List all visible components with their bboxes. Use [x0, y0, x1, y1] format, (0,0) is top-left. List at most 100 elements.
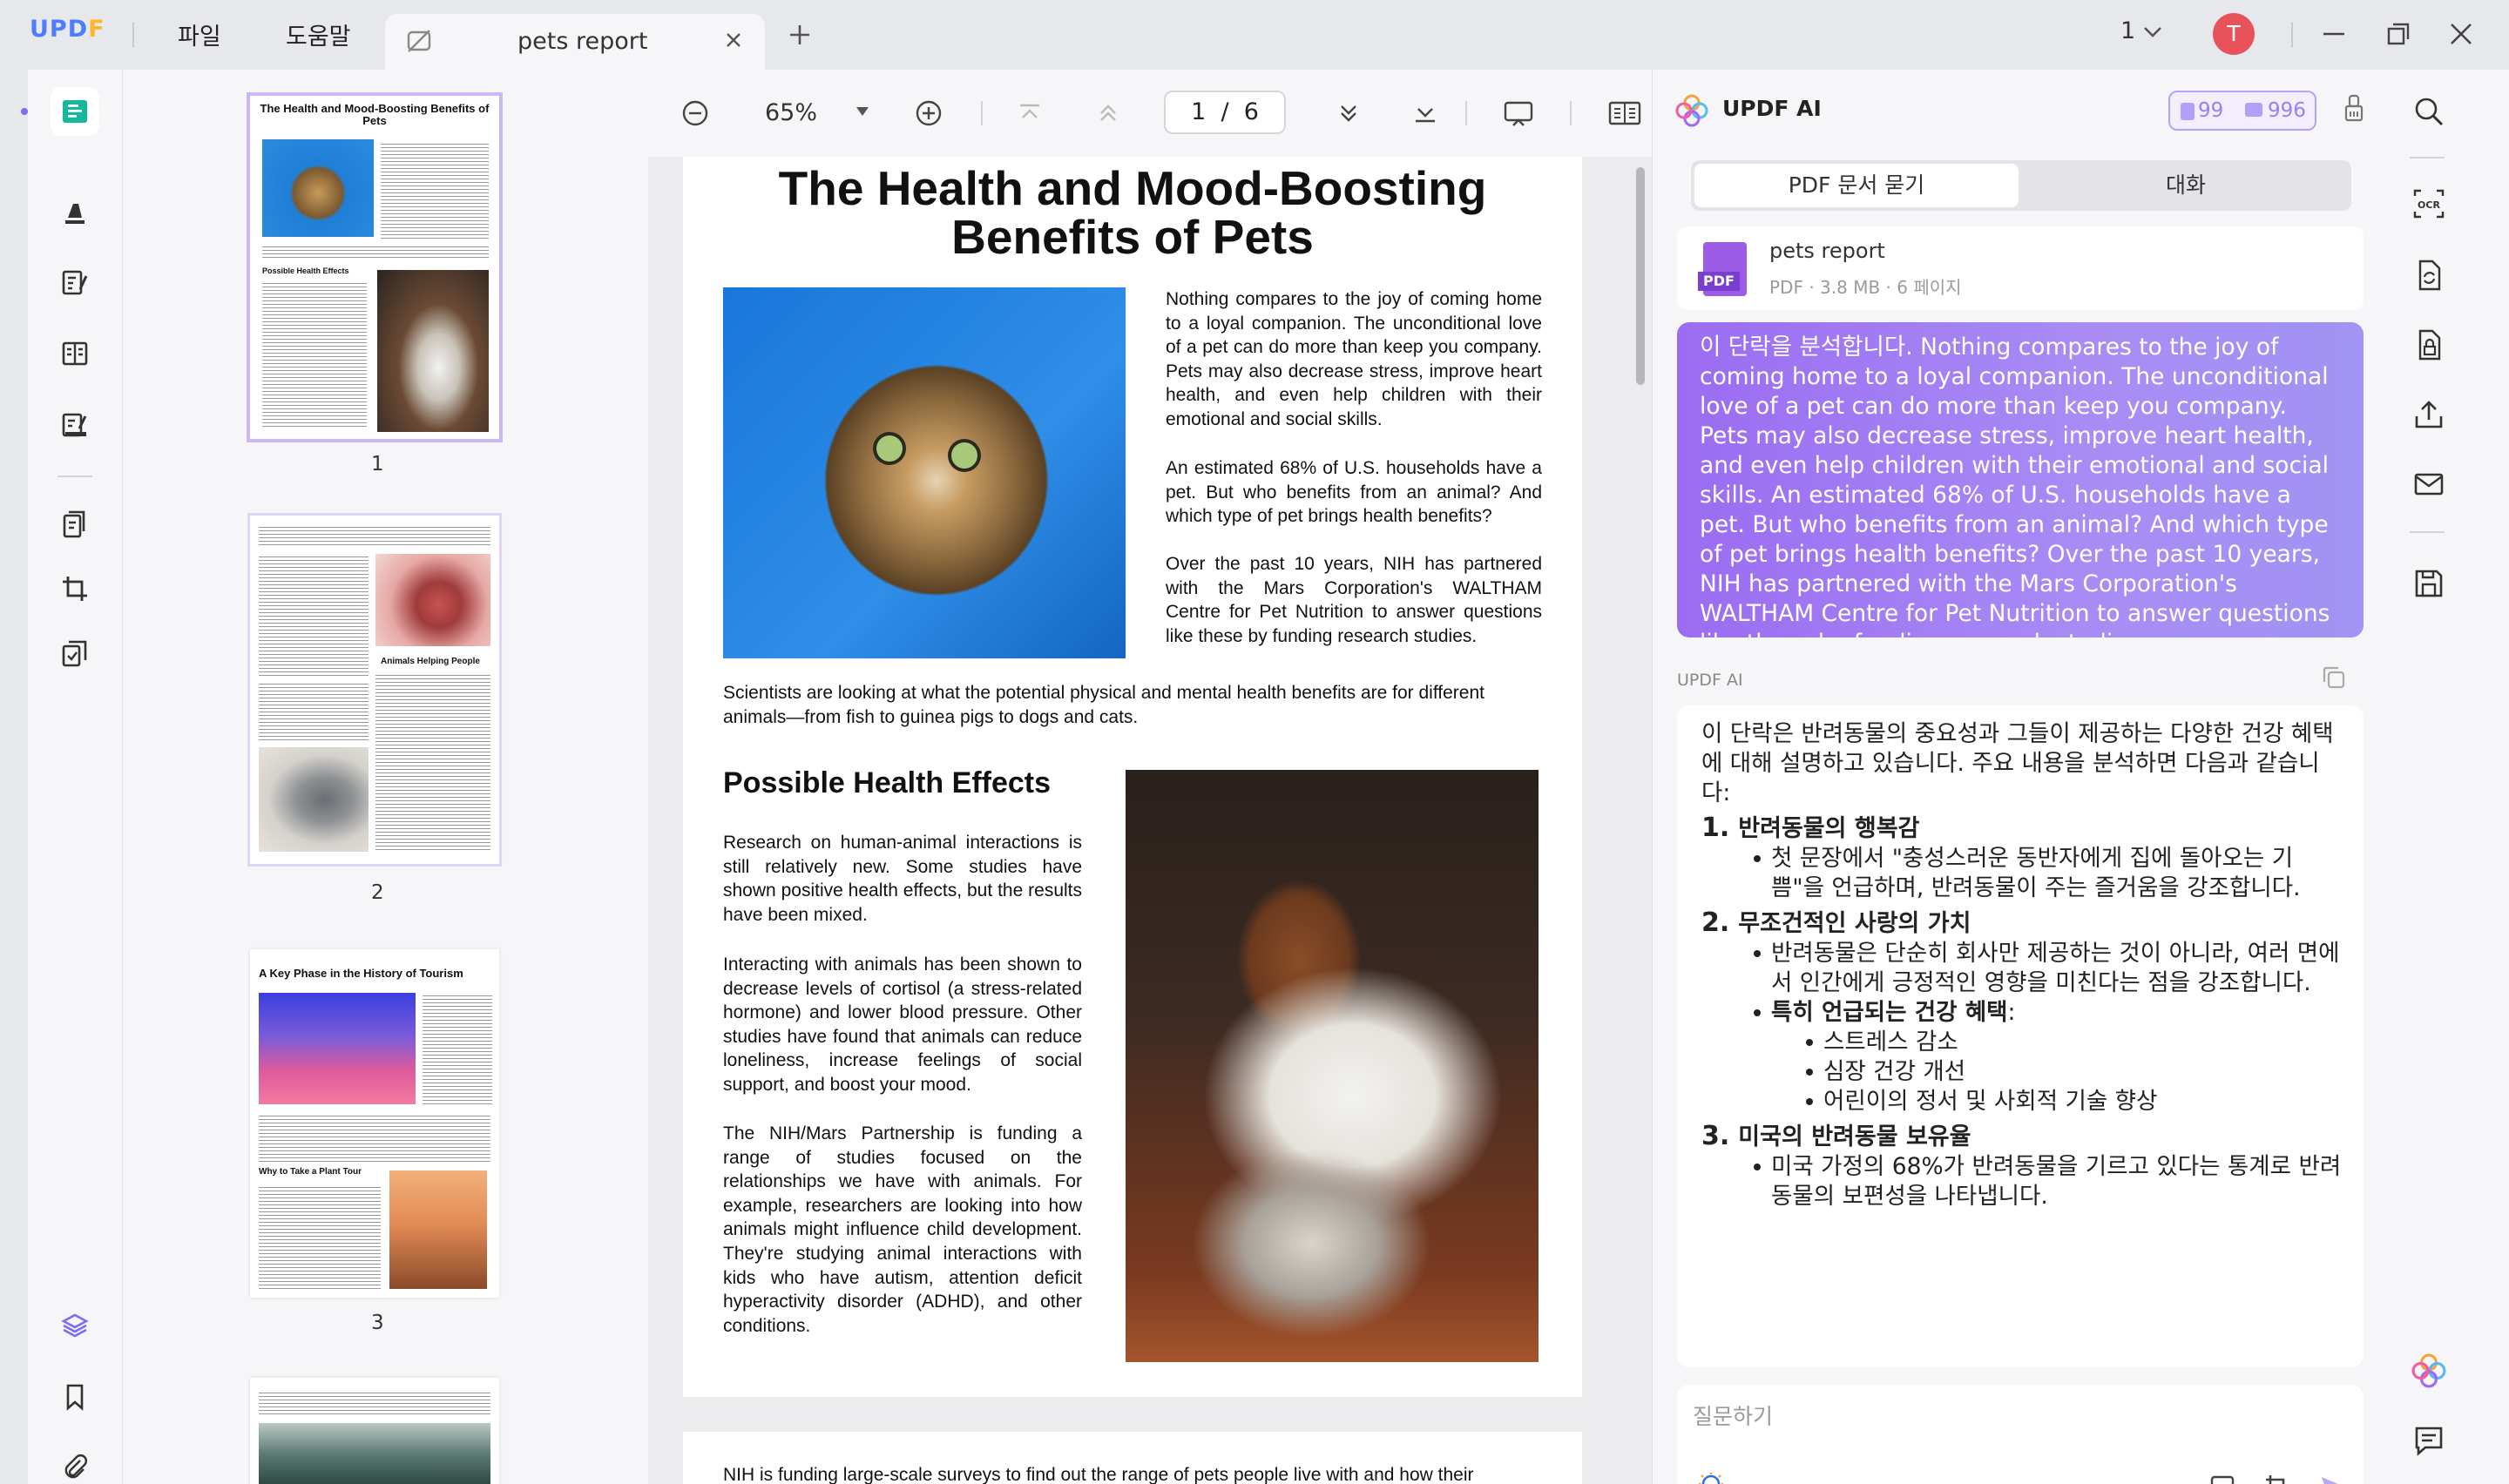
cat-eye: [876, 435, 903, 462]
updf-ai-icon[interactable]: [2411, 1353, 2446, 1388]
thumbnail-text: [259, 554, 369, 676]
page-number-input[interactable]: 1 / 6: [1164, 91, 1286, 134]
comment-tool-button[interactable]: [51, 188, 99, 237]
thumbnail-text: [262, 280, 367, 428]
zoom-level[interactable]: 65%: [765, 99, 817, 126]
form-tool-button[interactable]: [51, 329, 99, 378]
file-name: pets report: [1769, 239, 1885, 263]
email-icon[interactable]: [2413, 469, 2445, 500]
next-page-icon[interactable]: [1336, 101, 1361, 125]
thumbnail-image: [377, 270, 489, 432]
ocr-icon[interactable]: OCR: [2413, 188, 2445, 219]
menu-file[interactable]: 파일: [178, 17, 221, 51]
close-tab-icon[interactable]: [723, 30, 744, 51]
divider: [981, 101, 983, 125]
chat-credit-icon: [2245, 103, 2262, 117]
thumbnail-text: [259, 524, 490, 547]
ai-response-label: UPDF AI: [1677, 671, 1743, 690]
menu-help[interactable]: 도움말: [286, 17, 351, 51]
bookmarks-button[interactable]: [51, 1373, 99, 1421]
page-thumbnail-4[interactable]: [250, 1378, 499, 1484]
crop-icon: [63, 577, 87, 601]
minimize-icon[interactable]: [2321, 21, 2347, 47]
last-page-icon[interactable]: [1413, 101, 1437, 125]
window-count[interactable]: 1: [2120, 17, 2162, 44]
screenshot-crop-icon[interactable]: [2264, 1474, 2290, 1484]
paragraph: Interacting with animals has been shown …: [723, 954, 1082, 1095]
page-thumbnail-3[interactable]: A Key Phase in the History of Tourism Wh…: [250, 949, 499, 1298]
answer-section-heading: 2. 무조건적인 사랑의 가치: [1701, 907, 1971, 938]
zoom-in-icon[interactable]: [915, 99, 943, 127]
thumbnail-panel: The Health and Mood-Boosting Benefits of…: [122, 70, 648, 1484]
image-upload-icon[interactable]: [2210, 1475, 2235, 1484]
chat-credits: 996: [2268, 99, 2306, 122]
edit-tool-button[interactable]: [51, 258, 99, 307]
active-indicator: [21, 108, 28, 115]
tab-chat[interactable]: 대화: [2024, 164, 2348, 207]
restore-icon[interactable]: [2385, 21, 2411, 47]
protect-tool-button[interactable]: [51, 629, 99, 678]
file-card[interactable]: PDF pets report PDF · 3.8 MB · 6 페이지: [1677, 226, 2364, 310]
protect-icon[interactable]: [2413, 329, 2445, 361]
previous-page-icon[interactable]: [1096, 101, 1120, 125]
presentation-icon[interactable]: [1504, 99, 1533, 127]
ai-input-box: [1677, 1385, 2364, 1484]
comments-icon[interactable]: [2413, 1425, 2445, 1456]
close-window-icon[interactable]: [2448, 21, 2474, 47]
paragraph: Research on human-animal interactions is…: [723, 833, 1082, 925]
answer-section-heading: 1. 반려동물의 행복감: [1701, 813, 1920, 843]
ai-credits[interactable]: 99 996: [2168, 91, 2316, 131]
zoom-out-icon[interactable]: [681, 99, 709, 127]
batch-icon: [62, 640, 87, 667]
pdf-badge: PDF: [1698, 272, 1740, 291]
save-icon[interactable]: [2413, 568, 2445, 599]
send-icon[interactable]: [2320, 1475, 2348, 1484]
divider: [2410, 157, 2445, 159]
divider: [57, 476, 92, 477]
zoom-dropdown-icon[interactable]: [855, 106, 869, 117]
paperclip-icon: [64, 1454, 87, 1479]
divider: [2410, 531, 2445, 533]
workspace: The Health and Mood-Boosting Benefits of…: [0, 70, 2509, 1484]
share-icon[interactable]: [2413, 399, 2445, 430]
layers-button[interactable]: [51, 1301, 99, 1350]
organize-pages-button[interactable]: [51, 500, 99, 549]
sign-icon: [62, 413, 87, 437]
vertical-scrollbar[interactable]: [1636, 167, 1645, 385]
thumbnail-number: 2: [371, 881, 384, 904]
answer-bullet: 미국 가정의 68%가 반려동물을 기르고 있다는 통계로 반려동물의 보편성을…: [1701, 1152, 2346, 1211]
organize-icon: [63, 510, 85, 538]
thumbnail-text: [381, 141, 489, 239]
crop-tool-button[interactable]: [51, 564, 99, 613]
page-thumbnail-1[interactable]: The Health and Mood-Boosting Benefits of…: [247, 92, 503, 442]
page-display-icon[interactable]: [1608, 99, 1641, 127]
reader-tool-button[interactable]: [51, 87, 99, 136]
avatar[interactable]: T: [2213, 13, 2255, 55]
document-tab[interactable]: pets report: [385, 14, 765, 70]
svg-text:OCR: OCR: [2418, 199, 2440, 211]
answer-intro: 이 단락은 반려동물의 중요성과 그들이 제공하는 다양한 건강 혜택에 대해 …: [1701, 720, 2334, 806]
page-title: The Health and Mood-Boosting: [778, 161, 1487, 215]
page-thumbnail-2[interactable]: Animals Helping People: [247, 513, 502, 867]
first-page-icon[interactable]: [1018, 101, 1042, 125]
viewer-toolbar: 65% 1 / 6: [648, 70, 1652, 157]
reader-icon: [63, 100, 87, 123]
fill-sign-tool-button[interactable]: [51, 401, 99, 449]
page-title: Benefits of Pets: [951, 210, 1314, 264]
dog-and-cat-photo: [1126, 770, 1539, 1362]
new-tab-icon[interactable]: [788, 23, 812, 47]
convert-icon[interactable]: [2413, 260, 2445, 291]
divider: [1570, 101, 1572, 125]
question-input[interactable]: [1693, 1399, 2337, 1433]
copy-icon[interactable]: [2322, 665, 2346, 690]
paragraph: Scientists are looking at what the poten…: [723, 683, 1484, 727]
prompt-ideas-icon[interactable]: [1696, 1472, 1726, 1484]
clear-chat-icon[interactable]: [2344, 94, 2364, 124]
updf-ai-logo-icon: [1675, 94, 1708, 127]
search-icon[interactable]: [2413, 96, 2445, 127]
no-edit-icon: [406, 28, 432, 54]
page-layout-icon: [62, 341, 88, 366]
attachments-button[interactable]: [51, 1442, 99, 1484]
tab-ask-pdf[interactable]: PDF 문서 묻기: [1694, 164, 2019, 207]
divider: [132, 23, 134, 47]
